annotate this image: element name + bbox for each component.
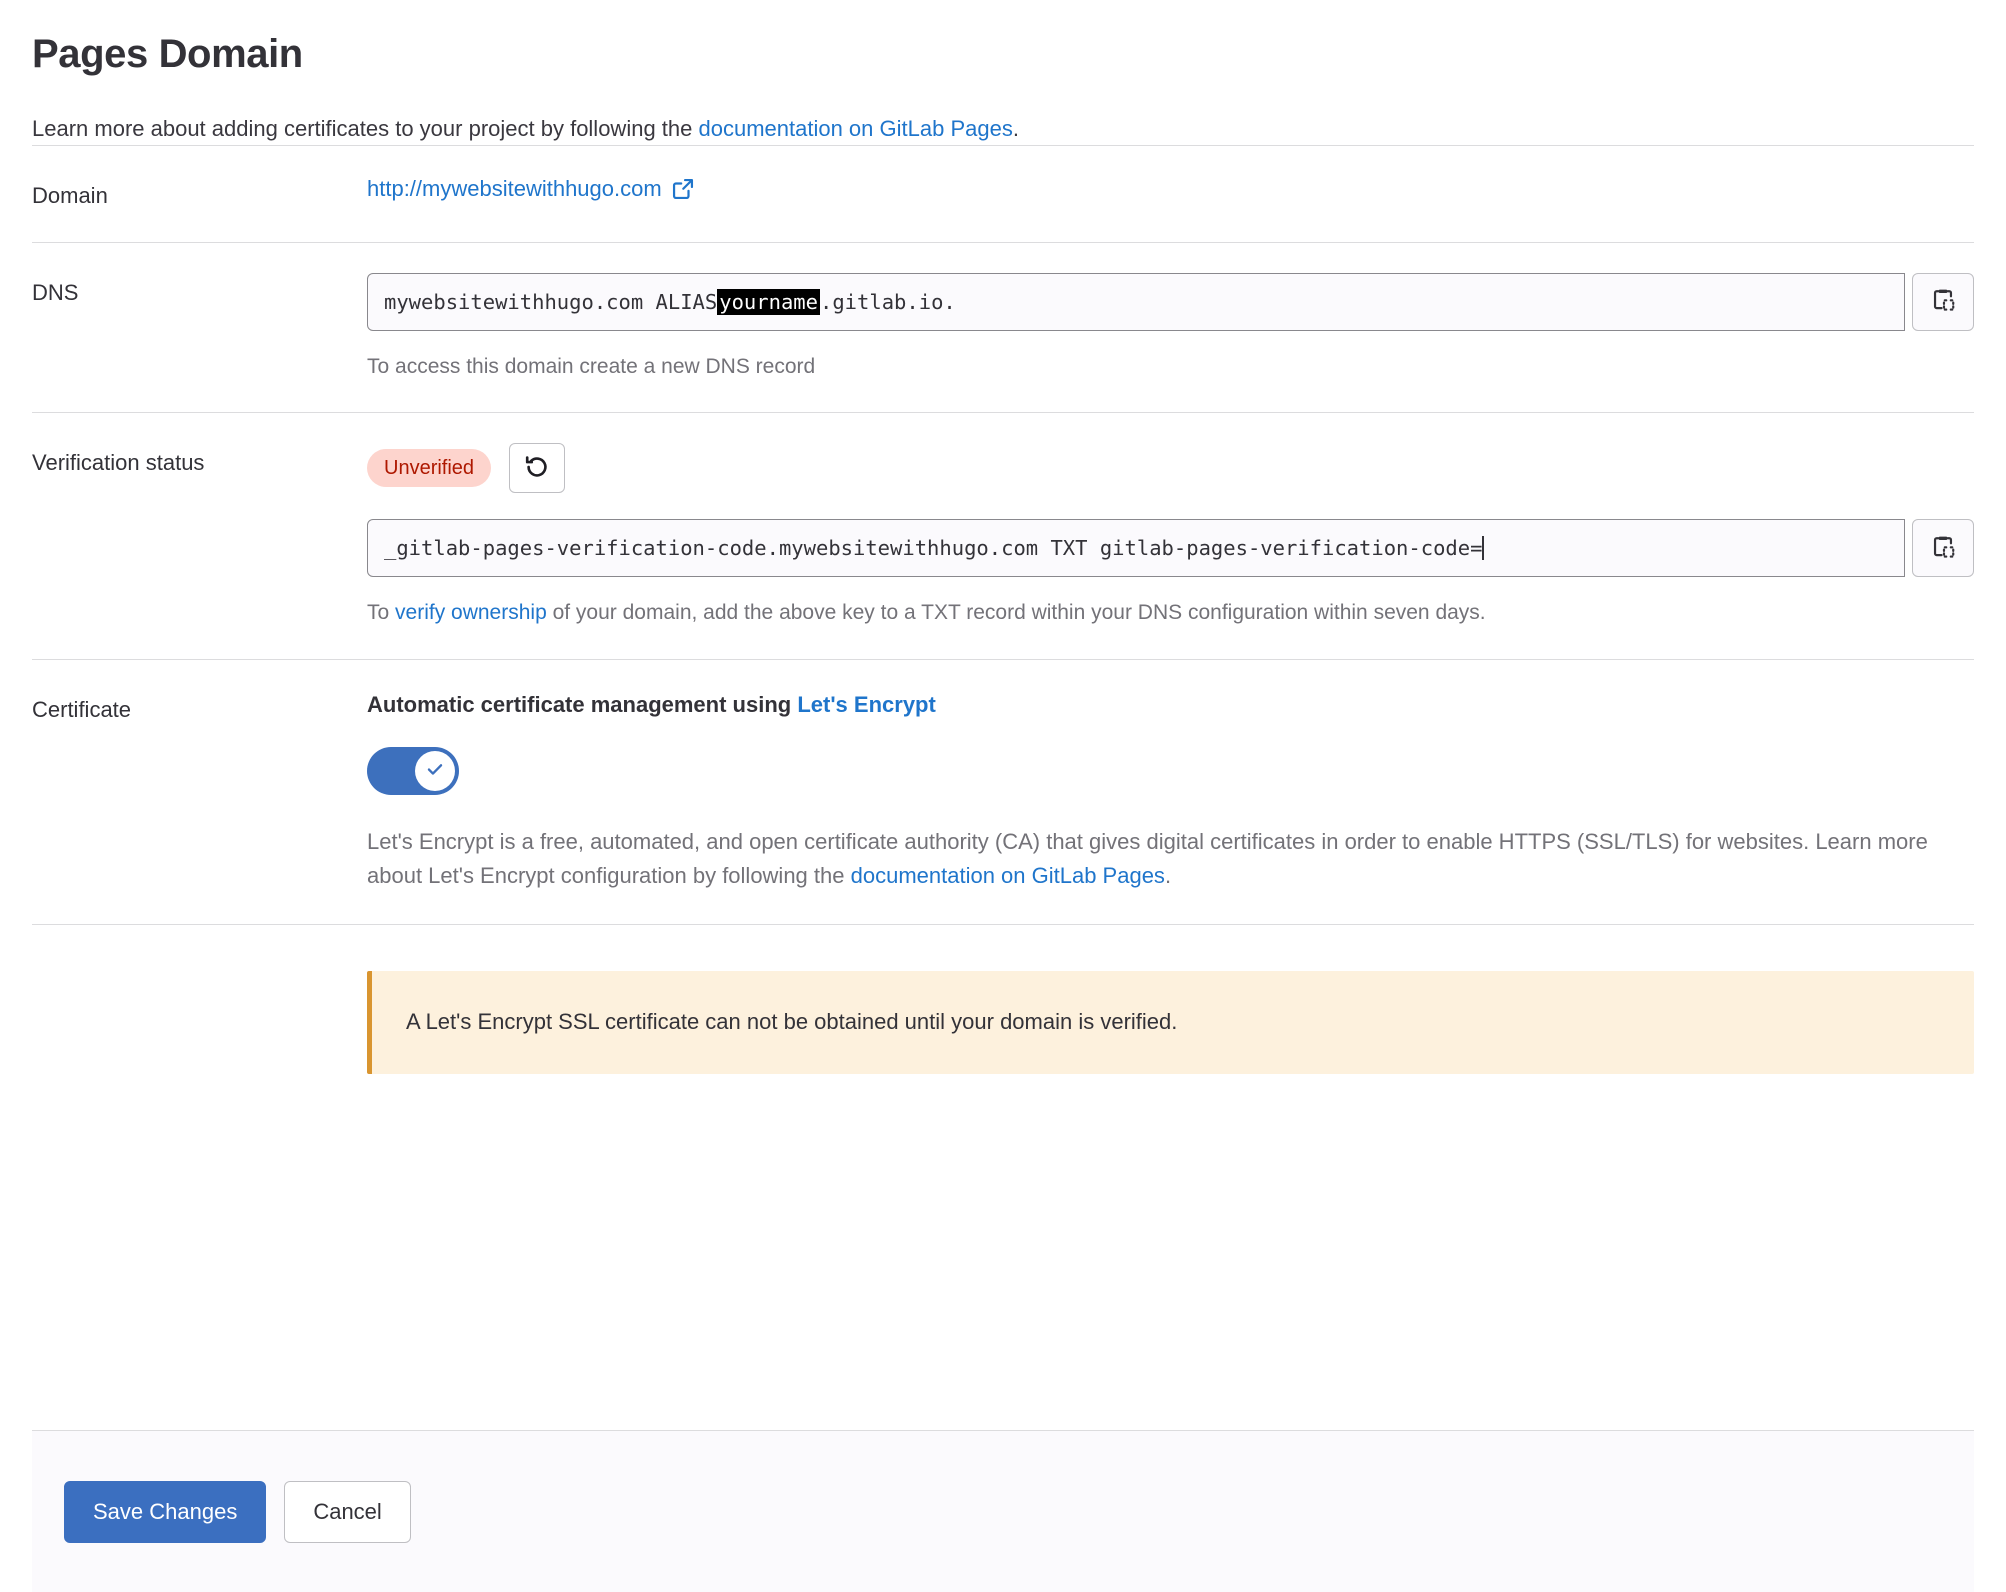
verification-help-text: To verify ownership of your domain, add … <box>367 597 1974 629</box>
dns-record-input[interactable]: mywebsitewithhugo.com ALIAS yourname .git… <box>367 272 1905 331</box>
dns-row-label: DNS <box>32 279 79 305</box>
verification-code-value: _gitlab-pages-verification-code.mywebsit… <box>384 536 1483 561</box>
certificate-title: Automatic certificate management using L… <box>367 690 1974 721</box>
verification-code-input[interactable]: _gitlab-pages-verification-code.mywebsit… <box>367 519 1905 578</box>
toggle-knob <box>415 750 455 791</box>
dns-row-body: mywebsitewithhugo.com ALIAS yourname .git… <box>367 272 1974 383</box>
copy-to-clipboard-icon <box>1930 534 1956 563</box>
dns-row: DNS mywebsitewithhugo.com ALIAS yourname… <box>0 243 2006 413</box>
verification-status-header: Unverified <box>367 443 1974 494</box>
copy-dns-record-button[interactable] <box>1912 272 1974 331</box>
verification-status-row: Verification status Unverified _gitlab-p… <box>0 413 2006 659</box>
verification-status-body: Unverified _gitlab-pages-verification-co… <box>367 443 1974 629</box>
verification-code-input-group: _gitlab-pages-verification-code.mywebsit… <box>367 519 1974 578</box>
copy-to-clipboard-icon <box>1930 287 1956 316</box>
check-icon <box>424 758 446 783</box>
certificate-title-before: Automatic certificate management using <box>367 691 798 717</box>
domain-url-link[interactable]: http://mywebsitewithhugo.com <box>367 176 694 202</box>
page-subtitle-text-after: . <box>1012 116 1019 141</box>
certificate-row-body: Automatic certificate management using L… <box>367 690 1974 894</box>
certificate-description-after: . <box>1164 863 1172 889</box>
dns-help-text: To access this domain create a new DNS r… <box>367 354 816 378</box>
domain-row-label: Domain <box>32 183 108 208</box>
dns-value-highlight: yourname <box>717 288 820 315</box>
warning-alert: A Let's Encrypt SSL certificate can not … <box>367 971 1974 1074</box>
certificate-row: Certificate Automatic certificate manage… <box>0 660 2006 924</box>
verification-help-before: To <box>367 601 396 625</box>
certificate-row-label: Certificate <box>32 696 132 722</box>
cancel-button[interactable]: Cancel <box>284 1480 411 1543</box>
dns-value-prefix: mywebsitewithhugo.com ALIAS <box>384 289 718 314</box>
certificate-description: Let's Encrypt is a free, automated, and … <box>367 825 1947 895</box>
pages-domain-page: Pages Domain Learn more about adding cer… <box>0 0 2006 1592</box>
certificate-documentation-link[interactable]: documentation on GitLab Pages <box>851 863 1165 888</box>
documentation-link[interactable]: documentation on GitLab Pages <box>699 116 1013 141</box>
form-actions-footer: Save Changes Cancel <box>32 1430 1974 1592</box>
external-link-icon <box>672 178 694 200</box>
page-subtitle: Learn more about adding certificates to … <box>32 112 1974 145</box>
dns-value-suffix: .gitlab.io. <box>820 289 956 314</box>
page-subtitle-text-before: Learn more about adding certificates to … <box>32 116 699 141</box>
dns-input-group: mywebsitewithhugo.com ALIAS yourname .git… <box>367 272 1974 331</box>
page-title: Pages Domain <box>32 32 303 76</box>
lets-encrypt-link[interactable]: Let's Encrypt <box>797 692 936 717</box>
verification-help-after: of your domain, add the above key to a T… <box>546 601 1486 625</box>
lets-encrypt-toggle[interactable] <box>367 746 459 795</box>
domain-row: Domain http://mywebsitewithhugo.com <box>0 146 2006 242</box>
domain-url-text: http://mywebsitewithhugo.com <box>367 176 662 201</box>
alert-row: A Let's Encrypt SSL certificate can not … <box>0 925 2006 1120</box>
save-changes-button[interactable]: Save Changes <box>64 1480 267 1543</box>
verification-status-label: Verification status <box>32 450 205 476</box>
copy-verification-code-button[interactable] <box>1912 519 1974 578</box>
alert-spacer <box>32 971 367 1074</box>
verify-ownership-link[interactable]: verify ownership <box>395 601 547 624</box>
retry-verification-button[interactable] <box>509 443 566 494</box>
text-caret <box>1482 536 1485 561</box>
page-header: Pages Domain Learn more about adding cer… <box>0 0 2006 145</box>
domain-row-body: http://mywebsitewithhugo.com <box>367 176 1974 202</box>
status-badge: Unverified <box>367 449 492 488</box>
retry-icon <box>523 453 551 484</box>
